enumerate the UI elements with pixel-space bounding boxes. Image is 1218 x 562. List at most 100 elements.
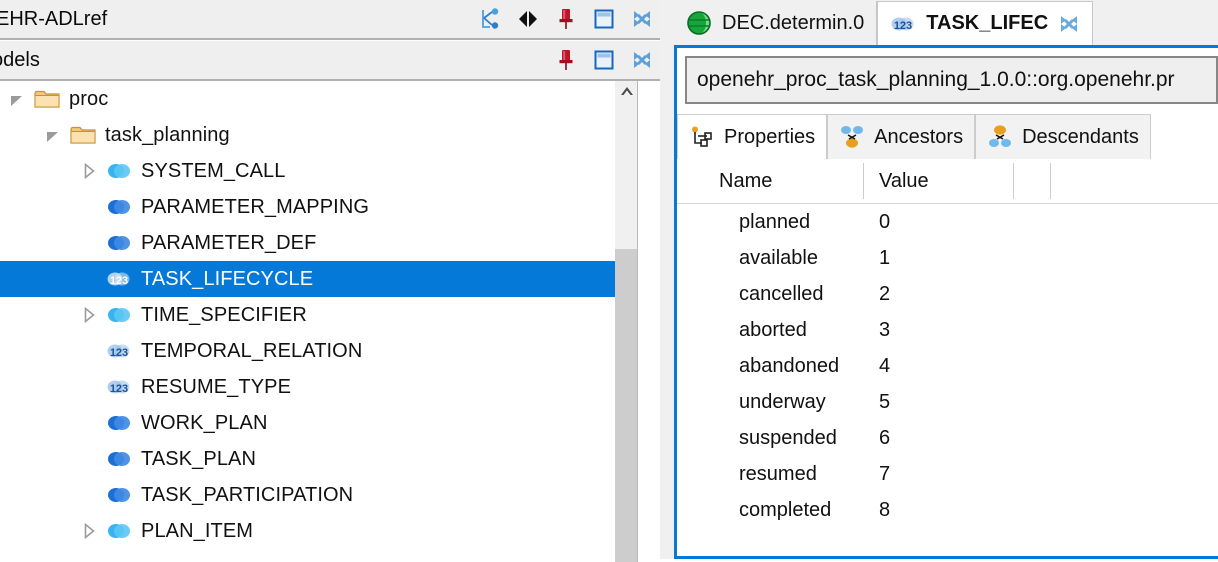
- tab-properties[interactable]: Properties: [677, 114, 828, 159]
- tree-item-plan_item[interactable]: PLAN_ITEM: [0, 513, 615, 549]
- tab-label: Properties: [724, 125, 816, 148]
- column-separator[interactable]: [863, 163, 864, 199]
- enum-icon: 123: [890, 12, 916, 36]
- tree-item-label: TIME_SPECIFIER: [141, 303, 307, 326]
- ehr-adlref-view-header: EHR-ADLref: [0, 0, 660, 40]
- properties-table: Name Value planned 0 available 1 cancelled 2 a…: [677, 159, 1218, 556]
- models-view-header: odels: [0, 40, 660, 81]
- right-editor-pane: DEC.determin.0 123 TASK_LIFEC openehr_proc…: [660, 0, 1218, 559]
- tree-item-task_lifecycle[interactable]: 123 TASK_LIFECYCLE: [0, 261, 615, 297]
- enum-icon: 123: [106, 340, 132, 362]
- chevron-right-icon[interactable]: [80, 162, 98, 180]
- cell-value: 2: [879, 282, 891, 305]
- tree-item-label: WORK_PLAN: [141, 411, 268, 434]
- tree-item-task_participation[interactable]: TASK_PARTICIPATION: [0, 477, 615, 513]
- cell-value: 0: [879, 210, 891, 233]
- class-light-icon: [106, 520, 132, 542]
- tree-vertical-scrollbar[interactable]: [615, 81, 638, 562]
- tree-item-proc[interactable]: proc: [0, 81, 615, 117]
- svg-text:123: 123: [110, 275, 128, 287]
- table-row[interactable]: resumed 7: [677, 456, 1218, 492]
- scrollbar-thumb[interactable]: [615, 249, 638, 562]
- table-row[interactable]: suspended 6: [677, 420, 1218, 456]
- collapse-expand-icon[interactable]: [516, 7, 540, 31]
- tree-item-task_plan[interactable]: TASK_PLAN: [0, 441, 615, 477]
- artifact-id-field[interactable]: openehr_proc_task_planning_1.0.0::org.op…: [685, 56, 1218, 104]
- left-pane: EHR-ADLref dels proc task_planning SYSTE…: [0, 0, 660, 562]
- editor-tab-bar: DEC.determin.0 123 TASK_LIFEC: [674, 0, 1218, 45]
- pin-icon[interactable]: [554, 7, 578, 31]
- tree-item-label: SYSTEM_CALL: [141, 159, 286, 182]
- editor-tab-dec-determin-0[interactable]: DEC.determin.0: [674, 1, 878, 45]
- tab-label: Ancestors: [874, 125, 964, 148]
- cell-name: planned: [739, 210, 811, 233]
- close-icon[interactable]: [630, 7, 654, 31]
- tree-item-label: PARAMETER_DEF: [141, 231, 317, 254]
- table-row[interactable]: available 1: [677, 240, 1218, 276]
- ehr-adlref-toolbar: [478, 0, 654, 38]
- table-row[interactable]: cancelled 2: [677, 276, 1218, 312]
- cell-name: aborted: [739, 318, 807, 341]
- enum-icon: 123: [106, 376, 132, 398]
- chevron-down-icon[interactable]: [8, 90, 26, 108]
- ehr-adlref-title: EHR-ADLref: [0, 7, 108, 30]
- cell-name: suspended: [739, 426, 837, 449]
- models-tree[interactable]: proc task_planning SYSTEM_CALL PARAMETER_MA…: [0, 81, 615, 549]
- tree-item-temporal_relation[interactable]: 123 TEMPORAL_RELATION: [0, 333, 615, 369]
- tree-item-time_specifier[interactable]: TIME_SPECIFIER: [0, 297, 615, 333]
- folder-icon: [34, 88, 60, 110]
- tab-label: Descendants: [1022, 125, 1139, 148]
- maximize-icon[interactable]: [592, 7, 616, 31]
- tree-item-parameter_def[interactable]: PARAMETER_DEF: [0, 225, 615, 261]
- tree-item-label: TEMPORAL_RELATION: [141, 339, 363, 362]
- tree-item-task_planning[interactable]: task_planning: [0, 117, 615, 153]
- tab-descendants[interactable]: Descendants: [975, 114, 1151, 159]
- tree-item-label: PLAN_ITEM: [141, 519, 254, 542]
- editor-tab-label: TASK_LIFEC: [926, 12, 1049, 34]
- tree-item-label: TASK_LIFECYCLE: [141, 267, 314, 290]
- editor-tab-task-lifec[interactable]: 123 TASK_LIFEC: [877, 1, 1094, 45]
- table-row[interactable]: abandoned 4: [677, 348, 1218, 384]
- chevron-down-icon[interactable]: [44, 126, 62, 144]
- chevron-right-icon[interactable]: [80, 522, 98, 540]
- tab-ancestors[interactable]: Ancestors: [827, 114, 976, 159]
- pane-divider[interactable]: [660, 0, 675, 559]
- class-dark-icon: [106, 412, 132, 434]
- table-row[interactable]: aborted 3: [677, 312, 1218, 348]
- column-header-name[interactable]: Name: [719, 159, 772, 203]
- tree-item-label: TASK_PLAN: [141, 447, 257, 470]
- close-icon[interactable]: [630, 48, 654, 72]
- maximize-icon[interactable]: [592, 48, 616, 72]
- scroll-up-arrow-icon[interactable]: [615, 81, 638, 101]
- ancestors-icon: [839, 125, 865, 149]
- chevron-right-icon[interactable]: [80, 306, 98, 324]
- cell-name: cancelled: [739, 282, 824, 305]
- tree-item-resume_type[interactable]: 123 RESUME_TYPE: [0, 369, 615, 405]
- tab-close-icon[interactable]: [1058, 13, 1080, 35]
- cell-name: resumed: [739, 462, 817, 485]
- cell-value: 5: [879, 390, 891, 413]
- tree-item-work_plan[interactable]: WORK_PLAN: [0, 405, 615, 441]
- eclipse-window: EHR-ADLref dels proc task_planning SYSTE…: [0, 0, 1218, 562]
- column-separator[interactable]: [1050, 163, 1051, 199]
- column-header-value[interactable]: Value: [879, 159, 929, 203]
- table-row[interactable]: planned 0: [677, 204, 1218, 240]
- class-dark-icon: [106, 196, 132, 218]
- tree-item-label: task_planning: [105, 123, 230, 146]
- cell-value: 3: [879, 318, 891, 341]
- pin-icon[interactable]: [554, 48, 578, 72]
- property-tab-bar: Properties Ancestors Descendants: [677, 113, 1218, 159]
- enum-icon: 123: [106, 268, 132, 290]
- link-with-editor-icon[interactable]: [478, 7, 502, 31]
- cell-value: 7: [879, 462, 891, 485]
- table-row[interactable]: underway 5: [677, 384, 1218, 420]
- globe-icon: [686, 11, 712, 35]
- tree-item-label: proc: [69, 87, 109, 110]
- cell-value: 1: [879, 246, 891, 269]
- column-separator[interactable]: [1013, 163, 1014, 199]
- tree-item-parameter_mapping[interactable]: PARAMETER_MAPPING: [0, 189, 615, 225]
- svg-text:123: 123: [110, 383, 128, 395]
- table-row[interactable]: completed 8: [677, 492, 1218, 528]
- tree-item-system_call[interactable]: SYSTEM_CALL: [0, 153, 615, 189]
- tree-item-label: PARAMETER_MAPPING: [141, 195, 370, 218]
